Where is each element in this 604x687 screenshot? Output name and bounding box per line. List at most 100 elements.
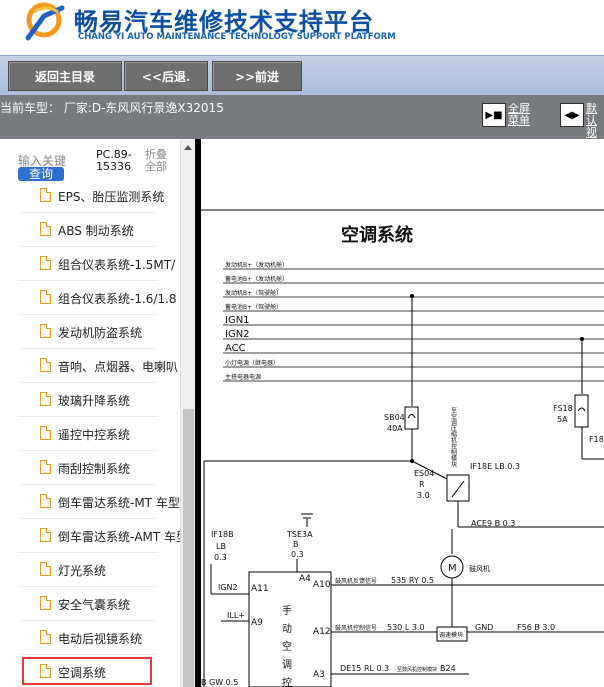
document-icon <box>40 562 51 576</box>
info-bar: 当前车型： 厂家:D-东风风行景逸X32015 ▶■ 全屏 菜单 ◀▶ 默认 视… <box>0 95 604 151</box>
fullscreen-control[interactable]: ▶■ 全屏 菜单 <box>482 103 534 127</box>
app-subtitle: CHANG YI AUTO MAINTENANCE TECHNOLOGY SUP… <box>78 32 396 42</box>
b24-label: B24 <box>440 664 456 673</box>
tree-item-label[interactable]: 电动后视镜系统 <box>58 630 142 647</box>
tree-item-label[interactable]: 倒车雷达系统-AMT 车型 <box>58 528 180 545</box>
query-button[interactable]: 查询 <box>18 167 64 181</box>
selected-item-highlight <box>22 657 152 685</box>
bus-label: 小灯电源（继电器） <box>225 359 279 367</box>
es04-value: 3.0 <box>417 491 430 500</box>
default-view-label-1: 默认 <box>586 103 597 127</box>
scroll-up-arrow-icon[interactable] <box>184 145 192 150</box>
if18b-lb: LB <box>216 542 226 551</box>
part-code: PC.89-15336 <box>96 148 132 173</box>
tree-item[interactable]: 倒车雷达系统-MT 车型 <box>0 485 180 519</box>
fs18-label: FS18 <box>553 404 573 413</box>
document-icon <box>40 290 51 304</box>
scroll-thumb[interactable] <box>183 409 194 687</box>
document-icon <box>40 324 51 338</box>
tree-item-label[interactable]: 雨刮控制系统 <box>58 460 130 477</box>
tree-item-label[interactable]: 组合仪表系统-1.5MT/ <box>58 256 175 273</box>
tree-item[interactable]: 组合仪表系统-1.5MT/ <box>0 247 180 281</box>
tree-item-label[interactable]: 灯光系统 <box>58 562 106 579</box>
tree-item[interactable]: 安全气囊系统 <box>0 587 180 621</box>
module-name: 手动空调控 <box>280 604 292 687</box>
if18b-value: 0.3 <box>214 553 227 562</box>
document-icon <box>40 256 51 270</box>
bus-label: 蓄电池B+（驾驶舱） <box>225 303 282 311</box>
collapse-label-2: 全部 <box>145 160 167 173</box>
tse3a-label: TSE3A <box>286 530 313 539</box>
document-icon <box>40 528 51 542</box>
default-view-icon[interactable]: ◀▶ <box>560 103 584 127</box>
document-icon <box>40 188 51 202</box>
tree-item[interactable]: EPS、胎压监测系统 <box>0 187 180 213</box>
tree-item-label[interactable]: 玻璃升降系统 <box>58 392 130 409</box>
tree-item-label[interactable]: 安全气囊系统 <box>58 596 130 613</box>
power-bus-lines: 发动机B+（发动机舱） 蓄电池B+（发动机舱） 发动机B+（驾驶舱） 蓄电池B+（驾驶… <box>223 261 604 382</box>
tree-item[interactable]: 遥控中控系统 <box>0 417 180 451</box>
bus-label: 发动机B+（发动机舱） <box>225 261 288 269</box>
tree-item[interactable]: 电动后视镜系统 <box>0 621 180 655</box>
blower-control-signal: 鼓风机控制信号 <box>335 624 377 632</box>
sidebar-scrollbar[interactable] <box>180 139 195 687</box>
tree-item-label[interactable]: 组合仪表系统-1.6/1.8 <box>58 290 177 307</box>
tree-item-label[interactable]: ABS 制动系统 <box>58 222 134 239</box>
document-icon <box>40 460 51 474</box>
fullscreen-link[interactable]: 全屏 菜单 <box>508 103 534 127</box>
pin-a10: A10 <box>313 580 331 590</box>
fan-name: 鼓风机 <box>469 564 490 573</box>
document-icon <box>40 392 51 406</box>
blower-module-note: 至鼓风机控制模块 <box>397 666 437 673</box>
bus-label: 主搭电器电源 <box>225 373 261 381</box>
tree-item-label[interactable]: 发动机防盗系统 <box>58 324 142 341</box>
tree-item[interactable]: 音响、点烟器、电喇叭 <box>0 349 180 383</box>
ign2-label: IGN2 <box>218 583 238 592</box>
tree-item[interactable]: ABS 制动系统 <box>0 213 180 247</box>
bus-label: ACC <box>225 343 246 354</box>
document-icon <box>40 494 51 508</box>
home-button[interactable]: 返回主目录 <box>8 61 122 91</box>
sb04-label: SB04 <box>384 413 405 422</box>
back-button[interactable]: <<后退. <box>124 61 208 91</box>
pin-a12: A12 <box>313 627 331 637</box>
wire-de15: DE15 RL 0.3 <box>340 664 389 673</box>
wire-530: 530 L 3.0 <box>387 623 425 632</box>
forward-button[interactable]: >>前进 <box>212 61 302 91</box>
tree-item-label[interactable]: EPS、胎压监测系统 <box>58 188 164 205</box>
wire-535: 535 RY 0.5 <box>391 576 434 585</box>
speed-module-connector: 调速模块 <box>439 631 463 639</box>
fan-motor-symbol: M <box>448 563 457 574</box>
pin-a9: A9 <box>251 618 263 628</box>
tree-item-label[interactable]: 倒车雷达系统-MT 车型 <box>58 494 180 511</box>
bus-label: IGN1 <box>225 315 250 326</box>
tree-item[interactable]: 发动机防盗系统 <box>0 315 180 349</box>
pin-a4: A4 <box>299 574 311 584</box>
tree-item[interactable]: 灯光系统 <box>0 553 180 587</box>
blower-feedback-signal: 鼓风机反馈信号 <box>335 577 377 585</box>
tree-item[interactable]: 倒车雷达系统-AMT 车型 <box>0 519 180 553</box>
wiring-diagram: 空调系统 发动机B+（发动机舱） 蓄电池B+（发动机舱） 发动机B+（驾驶舱） 蓄电池… <box>201 139 604 687</box>
tse3a-b: B <box>293 540 299 549</box>
collapse-all-button[interactable]: 折叠 全部 <box>145 149 173 173</box>
bus-label: 发动机B+（驾驶舱） <box>225 289 282 297</box>
bus-label: 蓄电池B+（发动机舱） <box>225 275 288 283</box>
document-icon <box>40 630 51 644</box>
sb04-rating: 40A <box>387 424 403 433</box>
current-vehicle: 当前车型： 厂家:D-东风风行景逸X32015 <box>0 101 224 115</box>
if18b-label: IF18B <box>211 530 234 539</box>
fullscreen-icon[interactable]: ▶■ <box>482 103 506 127</box>
search-area: 输入关键 查询 PC.89-15336 折叠 全部 <box>0 139 180 189</box>
app-header: 畅易汽车维修技术支持平台 CHANG YI AUTO MAINTENANCE T… <box>0 0 604 52</box>
document-icon <box>40 426 51 440</box>
fs18-stub: F18 <box>589 435 604 444</box>
wiring-diagram-svg: 空调系统 发动机B+（发动机舱） 蓄电池B+（发动机舱） 发动机B+（驾驶舱） 蓄电池… <box>201 209 604 687</box>
pin-a3: A3 <box>313 670 325 680</box>
tree-item[interactable]: 玻璃升降系统 <box>0 383 180 417</box>
tree-item[interactable]: 雨刮控制系统 <box>0 451 180 485</box>
tree-item[interactable]: 组合仪表系统-1.6/1.8 <box>0 281 180 315</box>
document-icon <box>40 596 51 610</box>
tree-item-label[interactable]: 音响、点烟器、电喇叭 <box>58 358 178 375</box>
document-icon <box>40 358 51 372</box>
tree-item-label[interactable]: 遥控中控系统 <box>58 426 130 443</box>
